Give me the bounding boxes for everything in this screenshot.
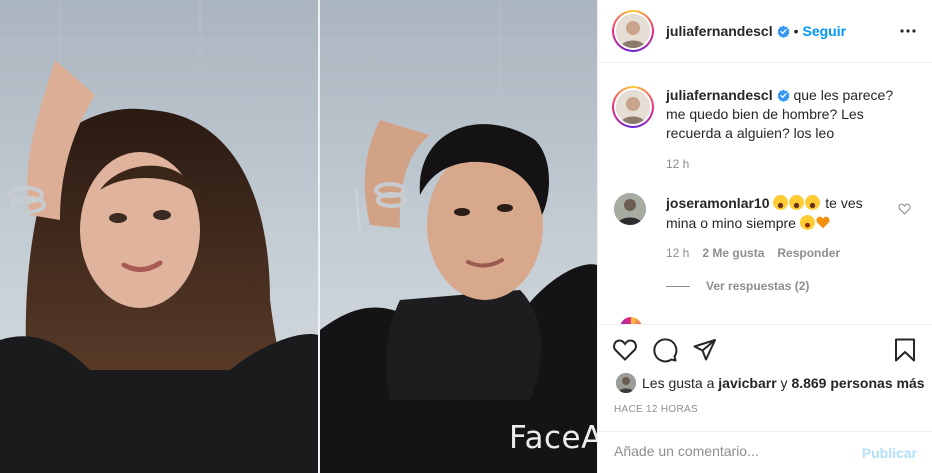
post-time-ago[interactable]: HACE 12 HORAS (614, 404, 698, 415)
author-avatar[interactable] (612, 10, 654, 52)
share-icon[interactable] (692, 337, 718, 363)
photo-faceapp (320, 0, 597, 473)
verified-badge-icon (777, 25, 790, 38)
caption-text-block: juliafernandescl que les parece? me qued… (666, 86, 916, 143)
verified-badge-icon (777, 89, 790, 102)
screaming-face-emoji-icon (805, 195, 821, 210)
comment-text-block: joseramonlar10 te ves mina o mino siempr… (666, 193, 886, 233)
screaming-face-emoji-icon (789, 195, 805, 210)
caption-avatar[interactable] (612, 86, 654, 128)
author-username[interactable]: juliafernandescl (666, 23, 773, 39)
liker-avatar[interactable] (616, 373, 636, 393)
post-media[interactable]: FaceA (0, 0, 597, 473)
likes-summary[interactable]: Les gusta a javicbarr y 8.869 personas m… (616, 373, 925, 393)
liker-username[interactable]: javicbarr (718, 375, 776, 391)
view-replies-label: Ver respuestas (2) (706, 279, 810, 293)
instagram-post: FaceA juliafernandescl • Seguir juliafer… (0, 0, 932, 473)
next-comment-avatar[interactable] (620, 317, 642, 324)
replies-line (666, 285, 690, 287)
comment-like-heart-icon[interactable] (898, 203, 911, 215)
commenter-avatar[interactable] (614, 193, 646, 225)
screaming-face-emoji-icon (773, 195, 789, 210)
bookmark-icon[interactable] (892, 337, 918, 363)
star-struck-emoji-icon (799, 215, 815, 230)
caption-time[interactable]: 12 h (666, 157, 689, 171)
faceapp-watermark: FaceA (509, 420, 597, 456)
comment-icon[interactable] (652, 337, 678, 363)
comment-likes-count[interactable]: 2 Me gusta (702, 246, 764, 260)
add-comment-bar: Publicar (598, 431, 932, 473)
view-replies-button[interactable]: Ver respuestas (2) (666, 279, 809, 293)
more-options-icon[interactable] (899, 22, 917, 40)
caption-username[interactable]: juliafernandescl (666, 87, 773, 103)
post-sidebar: juliafernandescl • Seguir juliafernandes… (597, 0, 932, 473)
comment-meta: 12 h 2 Me gusta Responder (666, 246, 840, 260)
photo-original (0, 0, 318, 473)
follow-button[interactable]: Seguir (803, 23, 847, 39)
likes-prefix: Les gusta a (642, 375, 715, 391)
publish-button[interactable]: Publicar (862, 445, 917, 461)
comment-time[interactable]: 12 h (666, 246, 689, 260)
header-separator: • (793, 23, 799, 39)
comments-list[interactable]: juliafernandescl que les parece? me qued… (598, 64, 932, 324)
likes-count[interactable]: 8.869 personas más (791, 375, 924, 391)
reply-button[interactable]: Responder (777, 246, 840, 260)
post-caption: juliafernandescl que les parece? me qued… (612, 86, 916, 143)
comment-item: joseramonlar10 te ves mina o mino siempr… (614, 193, 886, 233)
commenter-username[interactable]: joseramonlar10 (666, 195, 770, 211)
comment-input[interactable] (614, 443, 854, 459)
post-header: juliafernandescl • Seguir (598, 0, 932, 63)
likes-middle: y (780, 375, 788, 391)
orange-heart-emoji-icon (816, 216, 830, 229)
heart-icon[interactable] (612, 337, 638, 363)
